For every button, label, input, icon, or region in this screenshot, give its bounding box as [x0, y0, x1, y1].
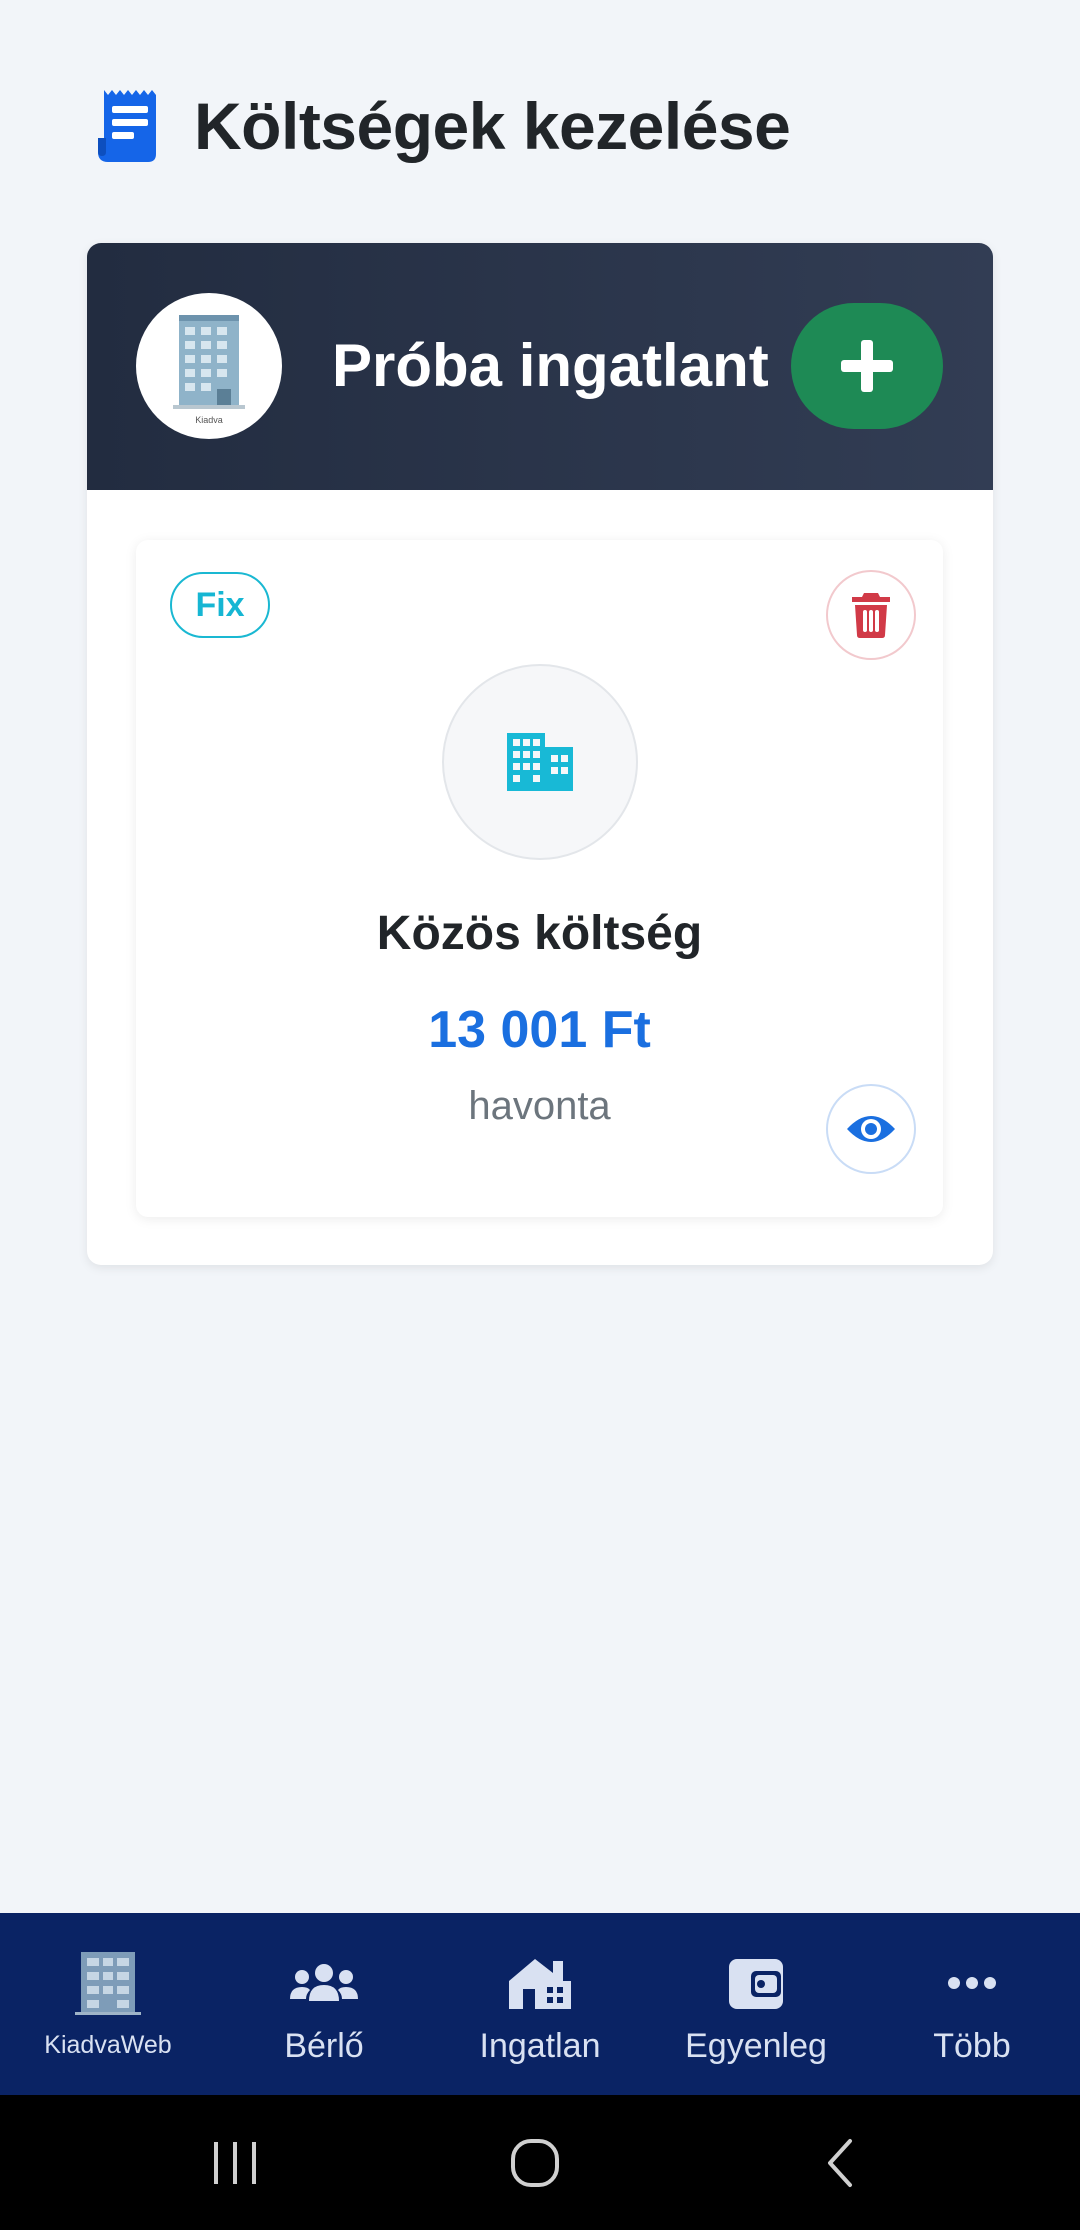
eye-icon [847, 1116, 895, 1142]
receipt-icon [98, 90, 156, 162]
wallet-icon [727, 1953, 785, 2013]
users-icon [289, 1953, 359, 2013]
nav-item-egyenleg[interactable]: Egyenleg [648, 1913, 864, 2095]
expense-card[interactable]: Fix Közös költség 13 001 Ft havonta [136, 540, 943, 1217]
recent-apps-button[interactable] [190, 2095, 280, 2230]
recent-apps-icon [214, 2141, 256, 2184]
property-name: Próba ingatlant [332, 332, 769, 399]
view-expense-button[interactable] [826, 1084, 916, 1174]
property-header: Kiadva Próba ingatlant [87, 243, 993, 490]
building-image-icon: Kiadva [173, 315, 245, 425]
page: Költségek kezelése Kiadva Próba ingatlan… [0, 0, 1080, 2230]
property-card: Kiadva Próba ingatlant Fix Közös költség… [87, 243, 993, 1265]
expense-name: Közös költség [376, 907, 703, 960]
nav-item-tobb[interactable]: Több [864, 1913, 1080, 2095]
home-icon [511, 2138, 559, 2187]
nav-label: Egyenleg [685, 2027, 827, 2065]
expense-amount: 13 001 Ft [428, 1001, 651, 1059]
add-expense-button[interactable] [791, 303, 943, 429]
plus-icon [841, 340, 893, 392]
page-title: Költségek kezelése [194, 89, 791, 163]
nav-item-ingatlan[interactable]: Ingatlan [432, 1913, 648, 2095]
nav-label: Bérlő [284, 2027, 364, 2065]
page-header: Költségek kezelése [94, 86, 791, 166]
nav-label: KiadvaWeb [44, 2031, 172, 2059]
type-badge: Fix [170, 572, 270, 638]
avatar-caption: Kiadva [195, 415, 223, 425]
app-logo-icon [73, 1952, 143, 2015]
building-icon [507, 733, 573, 791]
house-icon [507, 1953, 573, 2013]
bottom-nav: KiadvaWeb Bérlő Ingatlan Egyenleg Több [0, 1913, 1080, 2095]
more-icon [947, 1953, 997, 2013]
property-avatar: Kiadva [136, 293, 282, 439]
nav-item-berlo[interactable]: Bérlő [216, 1913, 432, 2095]
back-button[interactable] [795, 2095, 885, 2230]
home-button[interactable] [490, 2095, 580, 2230]
category-icon-circle [442, 664, 638, 860]
back-icon [828, 2138, 852, 2187]
nav-item-kiadvaweb[interactable]: KiadvaWeb [0, 1913, 216, 2095]
expense-frequency: havonta [468, 1084, 611, 1128]
trash-icon [852, 593, 890, 638]
system-nav-bar [0, 2095, 1080, 2230]
nav-label: Több [933, 2027, 1011, 2065]
nav-label: Ingatlan [479, 2027, 601, 2065]
delete-expense-button[interactable] [826, 570, 916, 660]
